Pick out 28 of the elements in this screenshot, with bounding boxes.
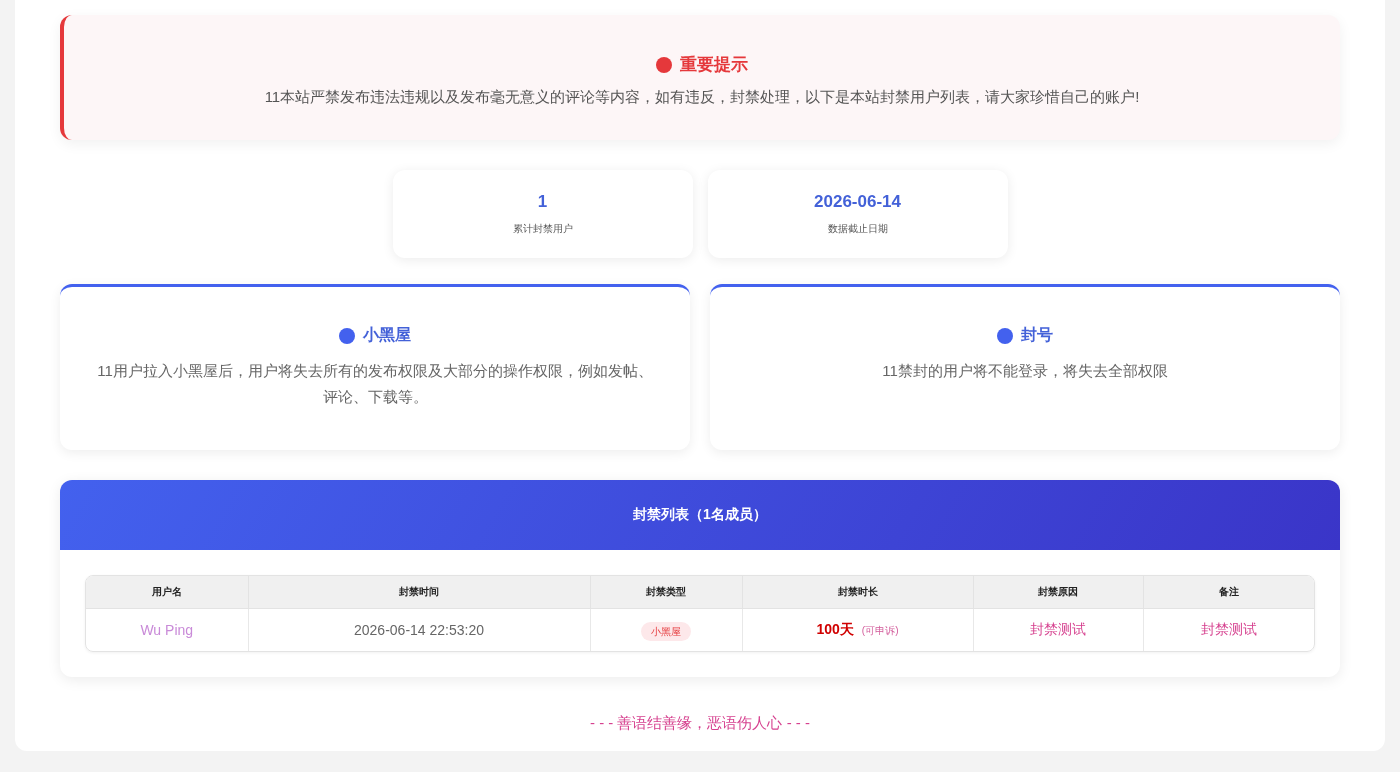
table-cell: 封禁测试: [1143, 608, 1314, 651]
info-text: 11用户拉入小黑屋后，用户将失去所有的发布权限及大部分的操作权限，例如发帖、评论、下载等。: [96, 361, 654, 407]
footer-text: - - - 善语结善缘，恶语伤人心 - - -: [589, 714, 811, 733]
info-text: 11禁封的用户将不能登录，将失去全部权限: [882, 361, 1168, 381]
notice-text: 11本站严禁发布违法违规以及发布毫无意义的评论等内容，如有违反，封禁处理，以下是本站封禁用户列表，请大家珍惜自己的账户!: [264, 88, 1140, 107]
stat-value: 2026-06-14: [814, 192, 901, 212]
dot-icon: [997, 327, 1013, 344]
stat-label: 累计封禁用户: [512, 222, 573, 236]
notice-title: 重要提示: [680, 54, 748, 76]
table-cell: 2026-06-14 22:53:20: [248, 608, 590, 651]
stat-value: 1: [537, 192, 548, 212]
duration-text: 100天: [816, 621, 854, 637]
ban-type-tag: 小黑屋: [641, 621, 691, 641]
table-cell: 封禁测试: [973, 608, 1143, 651]
column-header: 封禁时长: [742, 576, 973, 609]
dot-icon: [656, 56, 672, 73]
column-header: 封禁原因: [973, 576, 1143, 609]
column-header: 备注: [1143, 576, 1314, 609]
ban-list-header: 封禁列表（1名成员）: [60, 480, 1340, 550]
column-header: 封禁时间: [248, 576, 590, 609]
duration-note: (可申诉): [861, 625, 899, 636]
column-header: 用户名: [86, 576, 248, 609]
username-cell: Wu Ping: [86, 608, 248, 651]
stat-label: 数据截止日期: [827, 222, 888, 236]
dot-icon: [339, 327, 355, 344]
info-title: 封号: [1021, 325, 1053, 345]
column-header: 封禁类型: [590, 576, 742, 609]
info-title: 小黑屋: [363, 325, 411, 345]
